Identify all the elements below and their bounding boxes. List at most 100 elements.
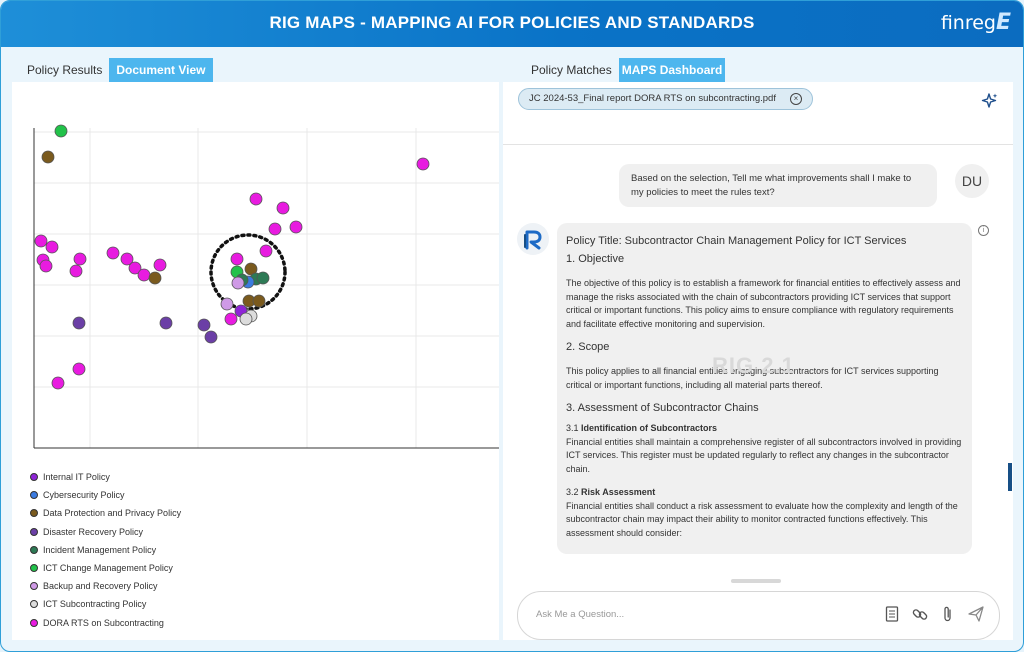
- legend-item[interactable]: DORA RTS on Subcontracting: [30, 614, 181, 632]
- legend-item[interactable]: Data Protection and Privacy Policy: [30, 504, 181, 522]
- answer-title: Policy Title: Subcontractor Chain Manage…: [566, 235, 907, 247]
- tab-policy-results[interactable]: Policy Results: [20, 58, 109, 83]
- legend-label: ICT Subcontracting Policy: [43, 599, 147, 610]
- divider: [503, 144, 1013, 145]
- brand-logo: finregE: [941, 10, 1011, 35]
- plot-point[interactable]: [153, 258, 167, 272]
- question-input-placeholder: Ask Me a Question...: [536, 609, 625, 620]
- plot-point[interactable]: [224, 312, 238, 326]
- plot-point[interactable]: [54, 124, 68, 138]
- legend-label: ICT Change Management Policy: [43, 563, 173, 574]
- legend-item[interactable]: Incident Management Policy: [30, 541, 181, 559]
- plot-point[interactable]: [148, 271, 162, 285]
- answer-heading-assessment: 3. Assessment of Subcontractor Chains: [566, 402, 759, 414]
- chat-panel: JC 2024-53_Final report DORA RTS on subc…: [503, 82, 1013, 640]
- plot-point[interactable]: [45, 240, 59, 254]
- plot-point[interactable]: [416, 157, 430, 171]
- plot-point[interactable]: [69, 264, 83, 278]
- plot-point[interactable]: [41, 150, 55, 164]
- tab-maps-dashboard[interactable]: MAPS Dashboard: [618, 58, 726, 83]
- plot-point[interactable]: [51, 376, 65, 390]
- plot-point[interactable]: [137, 268, 151, 282]
- legend-swatch: [30, 545, 38, 554]
- scroll-handle[interactable]: [731, 579, 781, 583]
- plot-point[interactable]: [276, 201, 290, 215]
- legend-label: Backup and Recovery Policy: [43, 581, 158, 592]
- legend-item[interactable]: Backup and Recovery Policy: [30, 577, 181, 595]
- plot-point[interactable]: [239, 312, 253, 326]
- attachment-icon[interactable]: [939, 605, 957, 623]
- legend-swatch: [30, 527, 38, 536]
- answer-section-3-2-text: Financial entities shall conduct a risk …: [566, 500, 958, 538]
- plot-point[interactable]: [34, 234, 48, 248]
- answer-section-3-1: 3.1 Identification of Subcontractors: [566, 422, 963, 436]
- bot-logo-icon: [517, 223, 549, 255]
- legend-item[interactable]: Disaster Recovery Policy: [30, 523, 181, 541]
- left-tabs: Policy Results Document View: [20, 58, 213, 83]
- legend-swatch: [30, 491, 38, 500]
- legend-label: Internal IT Policy: [43, 472, 110, 483]
- legend-item[interactable]: ICT Change Management Policy: [30, 559, 181, 577]
- plot-point[interactable]: [73, 252, 87, 266]
- plot-legend: Internal IT Policy Cybersecurity Policy Da…: [30, 468, 181, 632]
- header-bar: RIG MAPS - MAPPING AI FOR POLICIES AND S…: [1, 1, 1023, 47]
- page-scrollbar[interactable]: [1008, 463, 1012, 491]
- plot-point[interactable]: [197, 318, 211, 332]
- plot-point[interactable]: [159, 316, 173, 330]
- legend-item[interactable]: ICT Subcontracting Policy: [30, 595, 181, 613]
- plot-point[interactable]: [72, 362, 86, 376]
- legend-swatch: [30, 600, 38, 609]
- info-icon[interactable]: i: [978, 225, 989, 236]
- plot-point[interactable]: [204, 330, 218, 344]
- brand-mark: E: [995, 10, 1011, 35]
- plot-point[interactable]: [231, 276, 245, 290]
- app-title: RIG MAPS - MAPPING AI FOR POLICIES AND S…: [269, 13, 755, 32]
- plot-point[interactable]: [256, 271, 270, 285]
- document-icon[interactable]: [883, 605, 901, 623]
- rig-watermark: RIG 2.1: [712, 353, 795, 378]
- answer-objective-text: The objective of this policy is to estab…: [566, 278, 961, 329]
- sparkle-icon[interactable]: [981, 92, 999, 110]
- legend-label: Disaster Recovery Policy: [43, 526, 144, 537]
- assistant-answer: RIG 2.1 Policy Title: Subcontractor Chai…: [557, 223, 972, 554]
- document-chip-label: JC 2024-53_Final report DORA RTS on subc…: [529, 93, 776, 104]
- send-icon[interactable]: [967, 605, 985, 623]
- brand-name: finreg: [940, 12, 996, 34]
- tab-document-view[interactable]: Document View: [109, 58, 213, 83]
- legend-swatch: [30, 509, 38, 518]
- section-3-1-number: 3.1: [566, 423, 579, 433]
- legend-label: Data Protection and Privacy Policy: [43, 508, 182, 519]
- plot-point[interactable]: [106, 246, 120, 260]
- plot-point[interactable]: [72, 316, 86, 330]
- legend-swatch: [30, 473, 38, 482]
- plot-point[interactable]: [268, 222, 282, 236]
- legend-label: Incident Management Policy: [43, 544, 157, 555]
- right-tabs: Policy Matches MAPS Dashboard: [524, 58, 726, 83]
- plot-point[interactable]: [220, 297, 234, 311]
- plot-point[interactable]: [39, 259, 53, 273]
- user-avatar: DU: [955, 164, 989, 198]
- question-input[interactable]: Ask Me a Question...: [517, 591, 1000, 640]
- legend-item[interactable]: Internal IT Policy: [30, 468, 181, 486]
- plot-point[interactable]: [289, 220, 303, 234]
- input-actions: [883, 605, 985, 623]
- plot-point[interactable]: [230, 252, 244, 266]
- policy-map-plot[interactable]: [12, 82, 499, 452]
- legend-label: DORA RTS on Subcontracting: [43, 617, 164, 628]
- plot-point[interactable]: [249, 192, 263, 206]
- legend-item[interactable]: Cybersecurity Policy: [30, 486, 181, 504]
- link-icon[interactable]: [911, 605, 929, 623]
- answer-heading-objective: 1. Objective: [566, 253, 625, 265]
- section-3-2-number: 3.2: [566, 487, 579, 497]
- tab-policy-matches[interactable]: Policy Matches: [524, 58, 619, 83]
- document-chip[interactable]: JC 2024-53_Final report DORA RTS on subc…: [518, 88, 813, 110]
- plot-points: [34, 124, 430, 390]
- user-message: Based on the selection, Tell me what imp…: [619, 164, 937, 207]
- answer-section-3-2: 3.2 Risk Assessment: [566, 486, 963, 500]
- plot-point[interactable]: [259, 244, 273, 258]
- close-icon[interactable]: ×: [789, 93, 802, 105]
- plot-point[interactable]: [252, 294, 266, 308]
- answer-section-3-1-text: Financial entities shall maintain a comp…: [566, 436, 962, 474]
- legend-swatch: [30, 618, 38, 627]
- legend-swatch: [30, 564, 38, 573]
